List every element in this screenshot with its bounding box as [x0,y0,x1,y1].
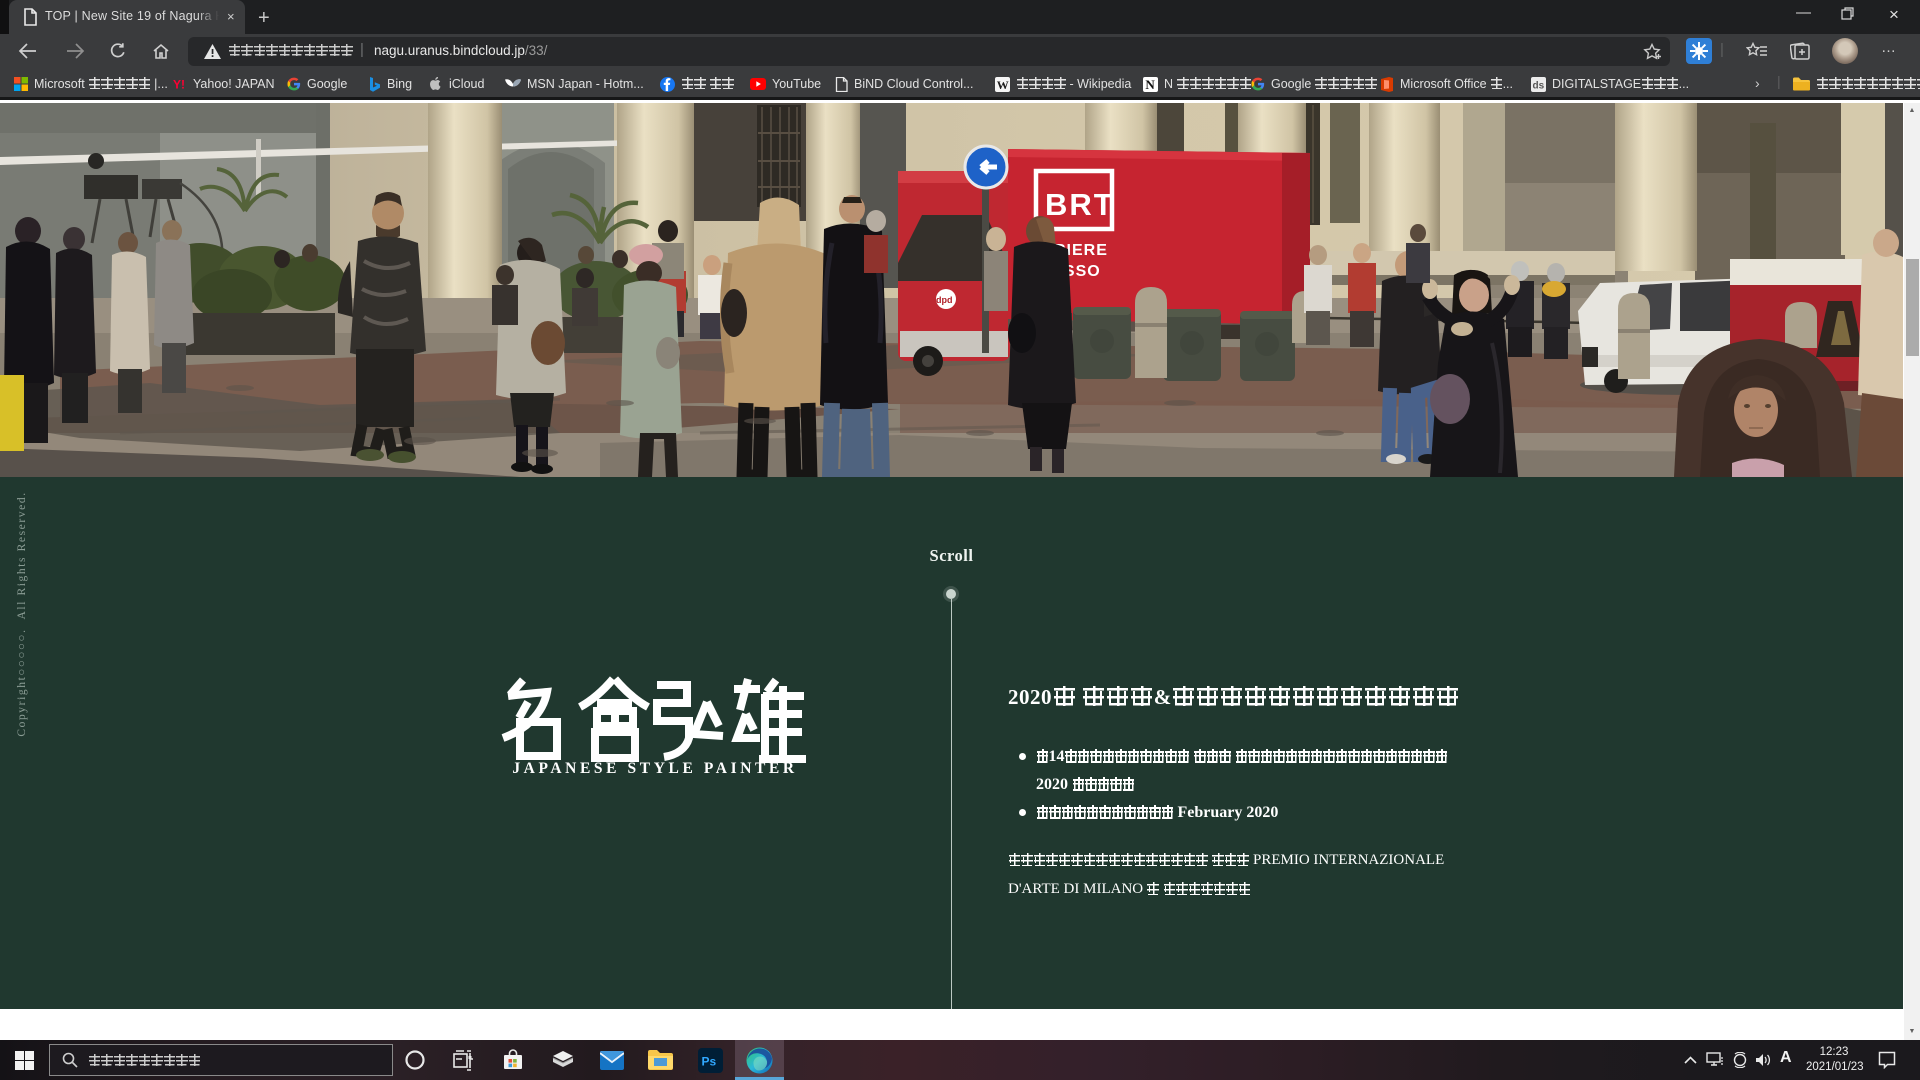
svg-text:dpd: dpd [936,295,953,305]
svg-text:Y!: Y! [173,78,185,92]
svg-text:BRT: BRT [1045,187,1115,222]
svg-text:N: N [1145,77,1155,92]
svg-text:Ps: Ps [701,1054,716,1068]
svg-text:ds: ds [1533,80,1545,91]
svg-text:W: W [997,78,1009,92]
